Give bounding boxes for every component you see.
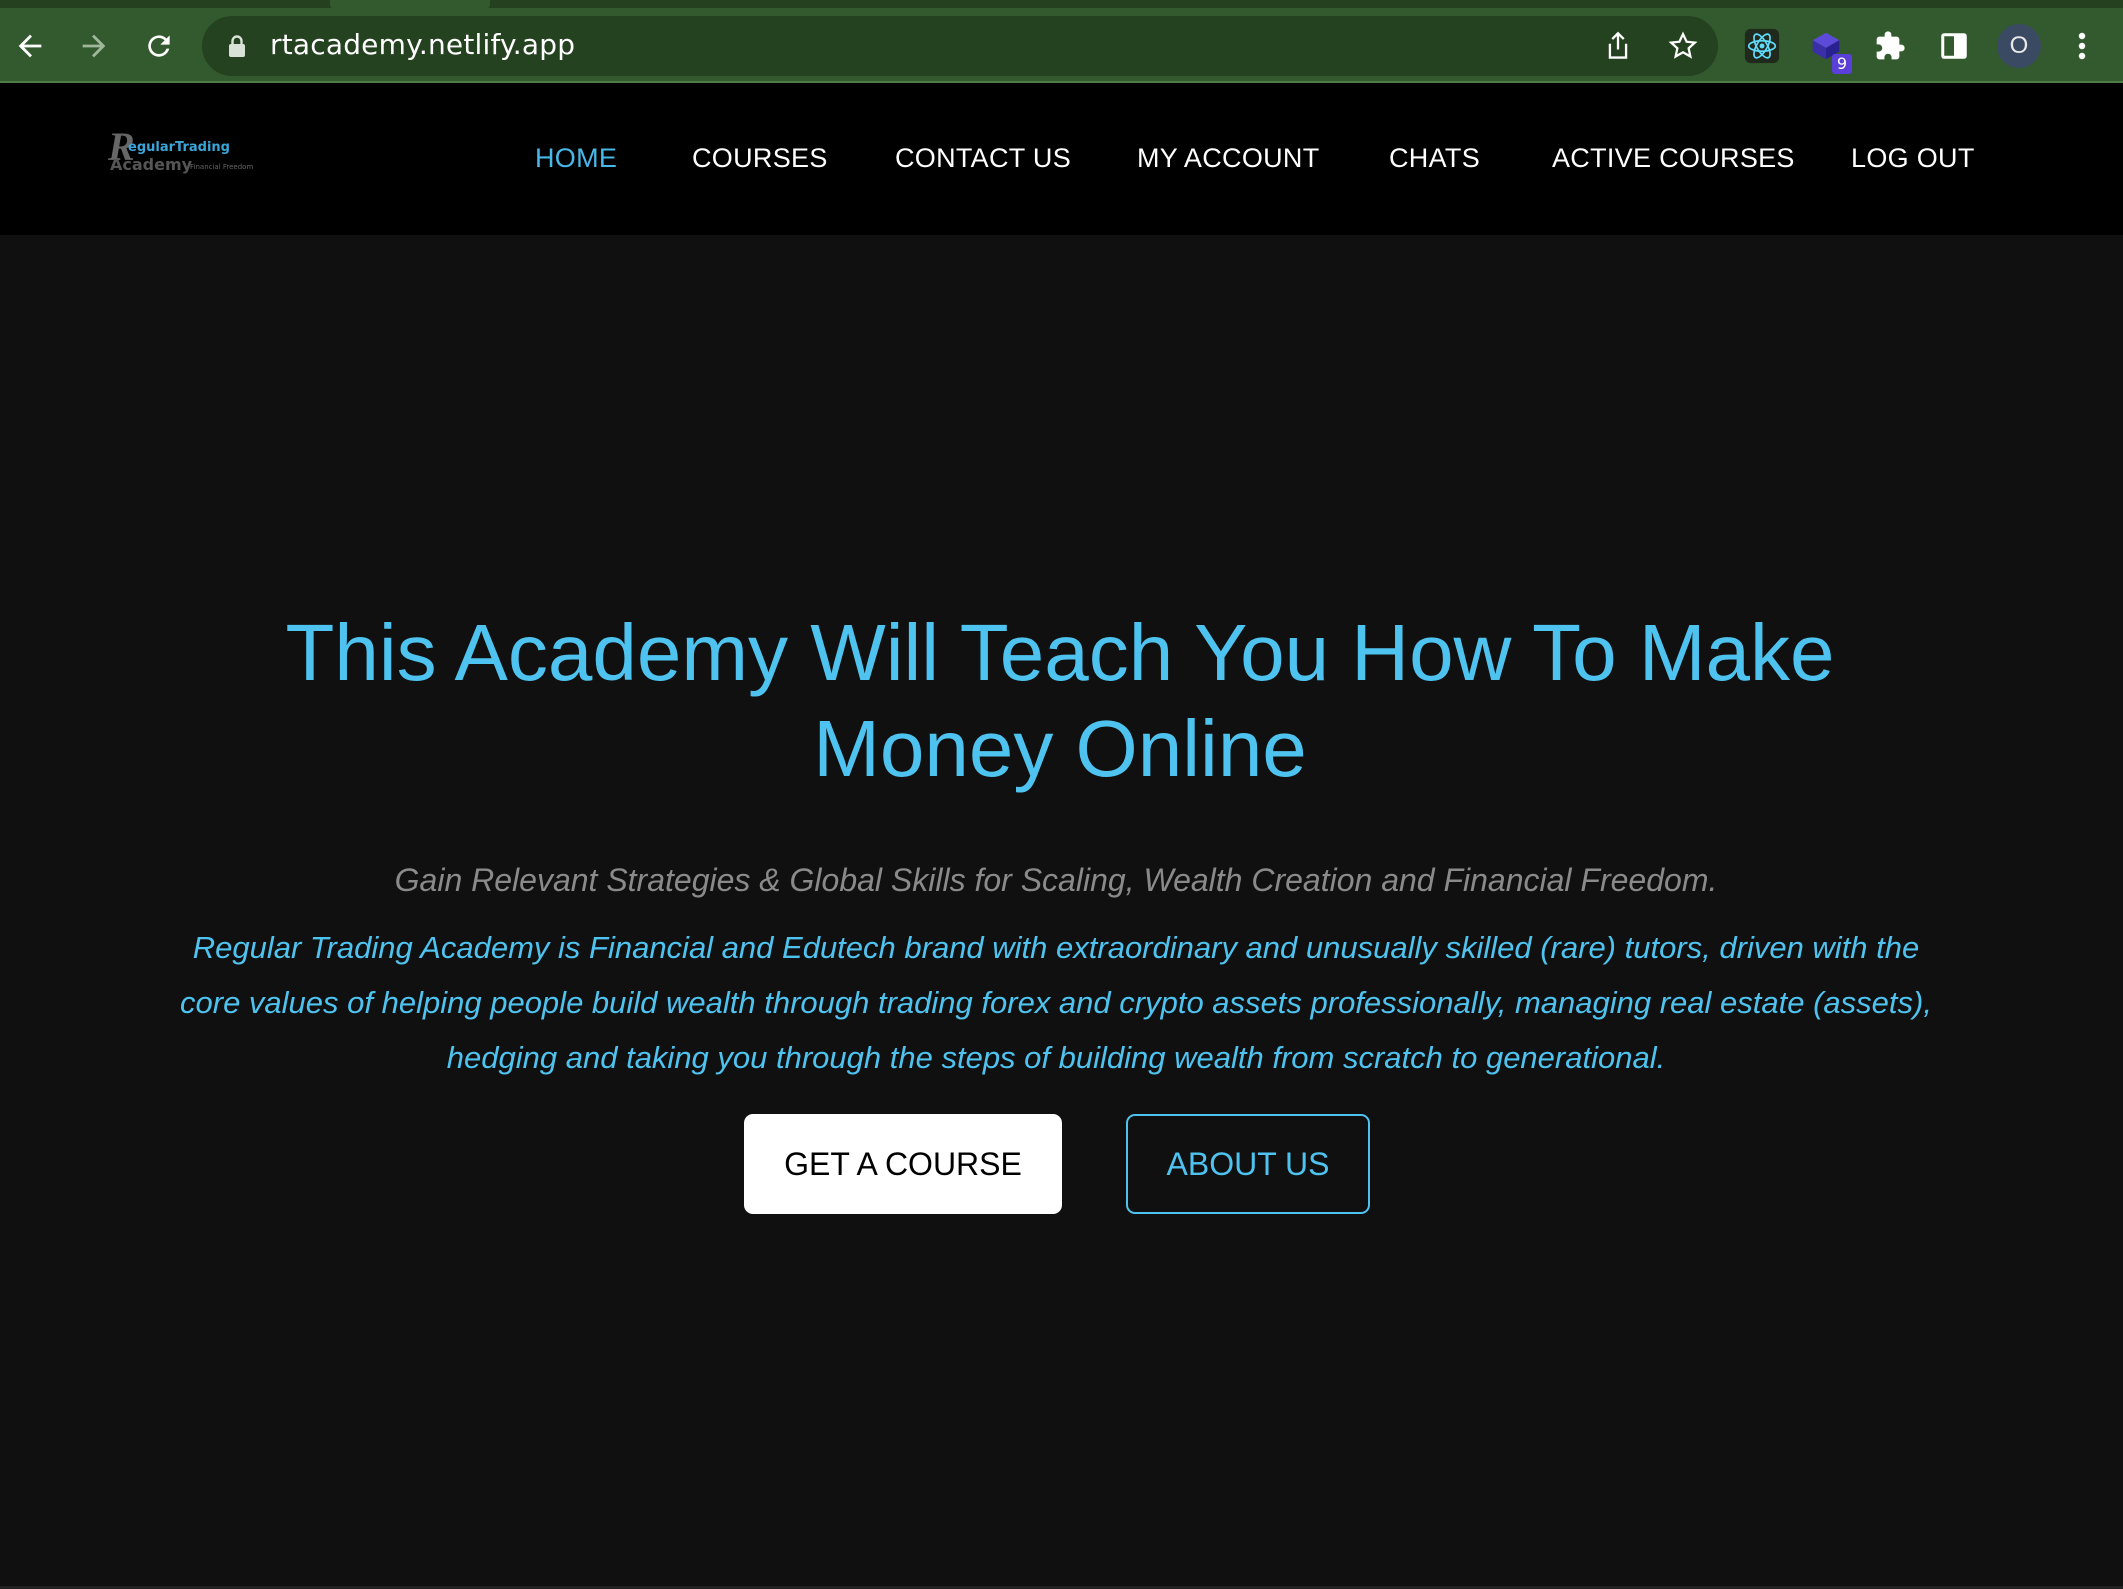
bookmark-star-icon[interactable] bbox=[1665, 28, 1701, 64]
more-vertical-icon bbox=[2078, 32, 2086, 60]
nav-courses[interactable]: COURSES bbox=[692, 143, 828, 174]
react-icon bbox=[1744, 28, 1780, 64]
hero-tagline: Gain Relevant Strategies & Global Skills… bbox=[394, 862, 1718, 898]
cube-extension[interactable]: 9 bbox=[1804, 24, 1852, 74]
nav-my-account[interactable]: MY ACCOUNT bbox=[1137, 143, 1320, 174]
profile-avatar[interactable]: O bbox=[1997, 24, 2041, 68]
hero-title-line-2: Money Online bbox=[813, 704, 1307, 793]
browser-toolbar: rtacademy.netlify.app 9 O bbox=[0, 0, 2123, 83]
url-text: rtacademy.netlify.app bbox=[270, 28, 576, 61]
share-icon[interactable] bbox=[1600, 28, 1636, 64]
forward-button[interactable] bbox=[68, 20, 120, 72]
lock-icon bbox=[228, 34, 246, 63]
site-logo[interactable]: R egularTrading Academy Financial Freedo… bbox=[108, 123, 258, 183]
reload-icon bbox=[148, 35, 170, 57]
tab-strip bbox=[0, 0, 2123, 10]
react-devtools-extension[interactable] bbox=[1740, 24, 1784, 68]
get-a-course-button[interactable]: GET A COURSE bbox=[744, 1114, 1062, 1214]
nav-chats[interactable]: CHATS bbox=[1389, 143, 1480, 174]
side-panel-icon bbox=[1941, 33, 1967, 59]
nav-log-out[interactable]: LOG OUT bbox=[1851, 143, 1975, 174]
arrow-right-icon bbox=[82, 34, 106, 58]
side-panel-button[interactable] bbox=[1932, 24, 1976, 68]
site-navbar: R egularTrading Academy Financial Freedo… bbox=[0, 83, 2123, 235]
back-button[interactable] bbox=[4, 20, 56, 72]
reload-button[interactable] bbox=[133, 20, 185, 72]
extension-badge: 9 bbox=[1831, 54, 1852, 74]
hero-title: This Academy Will Teach You How To Make … bbox=[170, 605, 1950, 797]
arrow-left-icon bbox=[18, 34, 42, 58]
about-us-button[interactable]: ABOUT US bbox=[1126, 1114, 1370, 1214]
hero-title-line-1: This Academy Will Teach You How To Make bbox=[285, 608, 1835, 697]
extensions-button[interactable] bbox=[1868, 24, 1912, 68]
browser-menu-button[interactable] bbox=[2060, 24, 2104, 68]
address-bar[interactable]: rtacademy.netlify.app bbox=[202, 16, 1718, 76]
hero-description: Regular Trading Academy is Financial and… bbox=[180, 930, 1932, 1075]
nav-active-courses[interactable]: ACTIVE COURSES bbox=[1552, 143, 1795, 174]
puzzle-icon bbox=[1876, 31, 1905, 60]
nav-home[interactable]: HOME bbox=[535, 143, 617, 174]
nav-contact-us[interactable]: CONTACT US bbox=[895, 143, 1071, 174]
